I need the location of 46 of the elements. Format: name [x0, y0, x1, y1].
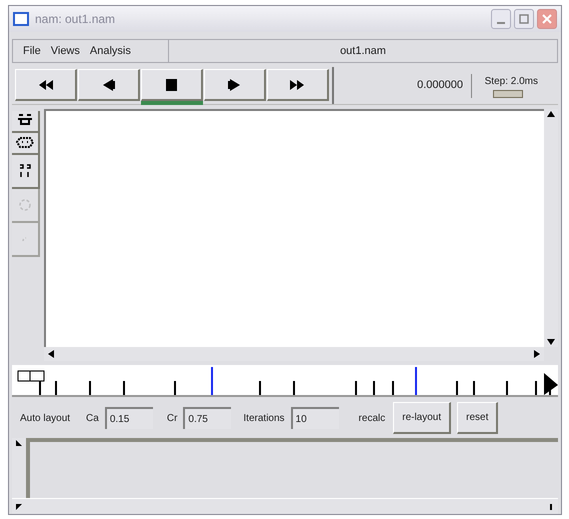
vertical-scrollbar[interactable]: [544, 109, 558, 347]
auto-layout-label: Auto layout: [20, 412, 70, 426]
scroll-right-icon[interactable]: [550, 504, 554, 510]
minimize-button[interactable]: [491, 9, 511, 29]
maximize-icon: [519, 14, 529, 24]
rewind-icon: [37, 78, 54, 92]
scroll-right-icon[interactable]: [534, 350, 540, 358]
recalc-label: recalc: [358, 412, 386, 426]
scroll-up-icon[interactable]: [547, 111, 555, 117]
iterations-label: Iterations: [243, 412, 285, 426]
scroll-down-icon[interactable]: [547, 339, 555, 345]
menu-item[interactable]: Views: [50, 42, 80, 60]
vertical-scrollbar[interactable]: [12, 438, 26, 498]
scroll-left-icon[interactable]: [48, 350, 54, 358]
menu-item[interactable]: File: [23, 42, 41, 60]
close-button[interactable]: [537, 9, 557, 29]
select-tool-icon[interactable]: [12, 111, 40, 133]
fastforward-icon: [289, 78, 306, 92]
scroll-up-icon[interactable]: [16, 440, 22, 446]
fastforward-button[interactable]: [267, 69, 329, 101]
ca-label: Ca: [86, 412, 99, 426]
horizontal-scrollbar[interactable]: [44, 347, 544, 361]
play-button[interactable]: [204, 69, 266, 101]
horizontal-scrollbar[interactable]: [12, 498, 558, 514]
app-icon: [13, 12, 29, 26]
rewind-button[interactable]: [15, 69, 77, 101]
cr-input-field[interactable]: 0.75: [183, 407, 232, 429]
minimize-icon: [497, 22, 505, 24]
cr-label: Cr: [166, 412, 178, 426]
reset-button[interactable]: reset: [457, 402, 498, 434]
scroll-left-icon[interactable]: [16, 504, 22, 510]
window-title: nam: out1.nam: [35, 11, 116, 28]
file-name-label: out1.nam: [340, 44, 386, 59]
back-button[interactable]: [78, 69, 140, 101]
ca-input-field[interactable]: 0.15: [104, 407, 153, 429]
time-display: 0.000000: [417, 78, 463, 94]
edit-tool-icon[interactable]: [12, 133, 40, 155]
close-icon: [542, 14, 552, 24]
iterations-input-field[interactable]: 10: [290, 407, 339, 429]
step-slider-thumb[interactable]: [493, 90, 523, 98]
re-layout-button[interactable]: re-layout: [393, 402, 452, 434]
zoom-tool-icon[interactable]: [12, 155, 40, 189]
step-label: Step: 2.0ms: [484, 74, 538, 88]
maximize-button[interactable]: [514, 9, 534, 29]
menu-item[interactable]: Analysis: [90, 42, 131, 60]
stop-icon: [163, 78, 180, 92]
